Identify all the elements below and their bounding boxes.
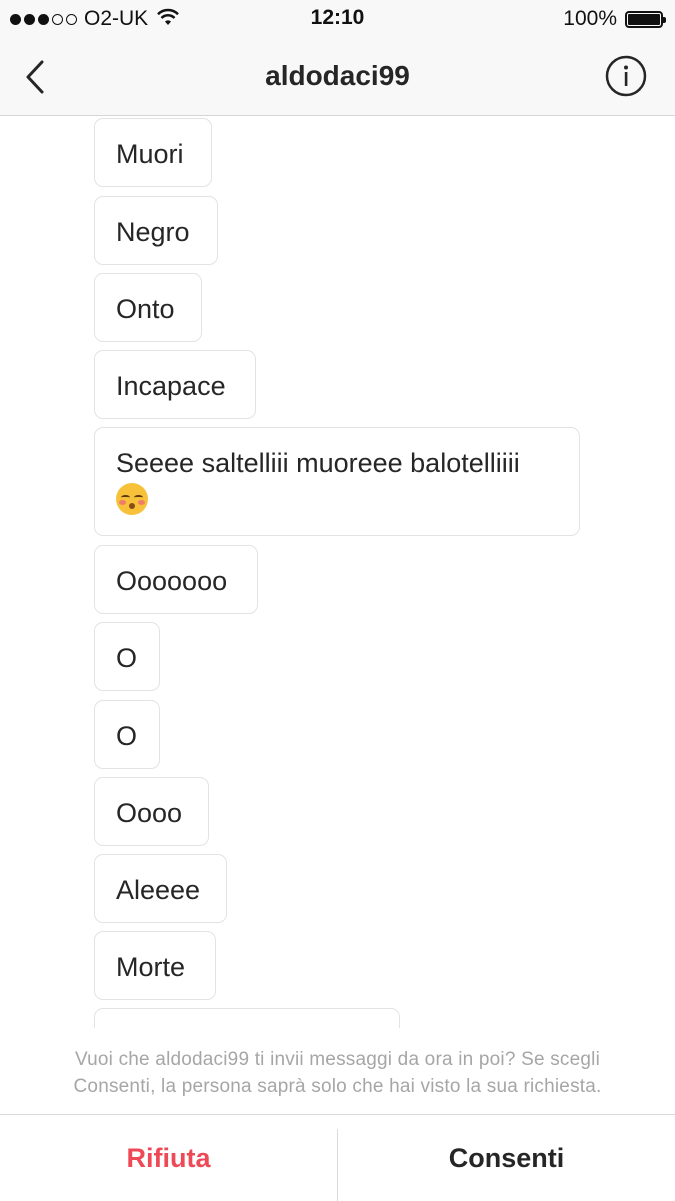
message-bubble: Muori [94, 118, 212, 187]
message-text: Muori [116, 139, 184, 169]
message-text: O [116, 721, 138, 751]
request-action-bar: Rifiuta Consenti [0, 1114, 675, 1201]
message-text: Oooo [116, 798, 183, 828]
notice-line: Vuoi che aldodaci99 ti invii messaggi da… [74, 1049, 600, 1070]
nav-bar: aldodaci99 [0, 38, 675, 116]
battery-icon [625, 10, 666, 28]
message-text: Onto [116, 294, 175, 324]
battery-percent: 100% [563, 7, 617, 30]
notice-line: Consenti, la persona saprà solo che hai … [73, 1076, 602, 1097]
message-bubble: Ooooooo [94, 545, 258, 614]
message-bubble [94, 1008, 400, 1028]
message-bubble: O [94, 622, 160, 691]
decline-button[interactable]: Rifiuta [0, 1115, 337, 1201]
message-list[interactable]: Muori Negro Onto Incapace Seeee saltelli… [0, 116, 675, 1028]
message-bubble: Seeee saltelliii muoreee balotelliiii [94, 427, 580, 536]
message-bubble: Morte [94, 931, 216, 1000]
message-bubble: Oooo [94, 777, 209, 846]
message-text: Negro [116, 217, 190, 247]
message-bubble: Incapace [94, 350, 256, 419]
kissing-face-emoji-icon [116, 482, 148, 515]
info-button[interactable] [605, 55, 647, 97]
message-bubble: Aleeee [94, 854, 227, 923]
message-bubble: O [94, 700, 160, 769]
message-bubble: Negro [94, 196, 218, 265]
conversation-title: aldodaci99 [265, 60, 410, 91]
message-text: O [116, 643, 138, 673]
message-request-notice: Vuoi che aldodaci99 ti invii messaggi da… [0, 1046, 675, 1100]
info-circle-icon [605, 55, 647, 97]
allow-button[interactable]: Consenti [338, 1115, 675, 1201]
message-text: Aleeee [116, 875, 201, 905]
status-bar: O2-UK 12:10 100% [0, 0, 675, 38]
status-right: 100% [563, 6, 666, 32]
message-text: Seeee saltelliii muoreee balotelliiii [116, 448, 520, 478]
message-text: Ooooooo [116, 566, 228, 596]
message-text: Morte [116, 952, 186, 982]
message-bubble: Onto [94, 273, 202, 342]
message-text: Incapace [116, 371, 226, 401]
